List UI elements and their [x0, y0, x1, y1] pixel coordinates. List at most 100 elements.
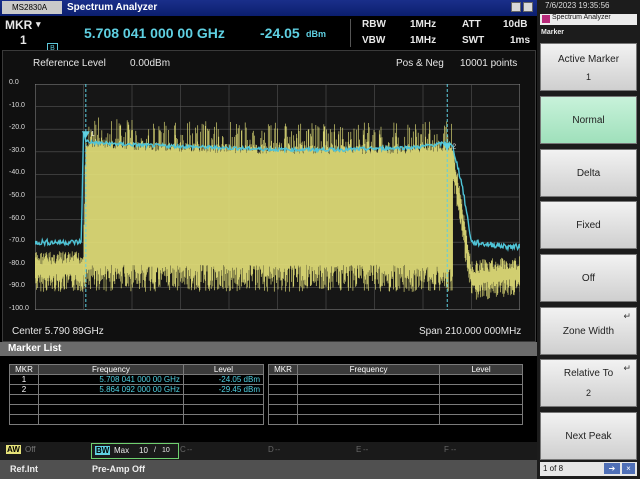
date-time: 7/6/2023 19:35:56: [545, 1, 610, 10]
trace-b-box[interactable]: BW Max 10 / 10: [91, 443, 179, 459]
spectrum-plot[interactable]: 12: [35, 84, 520, 310]
trace-e-state: --: [363, 445, 369, 454]
y-tick-label: -60.0: [9, 214, 25, 222]
menu-title: Marker: [541, 29, 564, 36]
dropdown-arrow-icon[interactable]: ▾: [36, 19, 41, 30]
key-label: Normal: [572, 115, 605, 126]
trace-status-bar: AW Off BW Max 10 / 10 C -- D -- E -- F -…: [0, 442, 537, 460]
level-cell: -24.05 dBm: [182, 374, 265, 385]
column-header: MKR: [268, 364, 298, 375]
column-header: Level: [182, 364, 265, 375]
key-value: 2: [585, 388, 591, 398]
marker-list-table-right: MKR Frequency Level: [268, 364, 523, 425]
reference-level-label: Reference Level: [33, 58, 106, 69]
app-label: Spectrum Analyzer: [552, 14, 611, 21]
page-number: 1 of 8: [543, 464, 564, 473]
delta-key[interactable]: Delta: [540, 149, 637, 197]
app-title: Spectrum Analyzer: [67, 2, 158, 13]
y-tick-label: -100.0: [9, 305, 29, 312]
off-key[interactable]: Off: [540, 254, 637, 302]
active-marker-key[interactable]: Active Marker 1: [540, 43, 637, 91]
marker-list-title: Marker List: [0, 342, 537, 356]
table-row: [9, 414, 265, 425]
table-row: [268, 414, 523, 425]
trace-c-label[interactable]: C: [180, 445, 186, 454]
center-frequency: Center 5.790 89GHz: [12, 326, 104, 337]
trace-a-state: Off: [25, 445, 36, 454]
key-label: Fixed: [576, 220, 601, 231]
y-tick-label: -50.0: [9, 192, 25, 199]
mkr-label: MKR: [5, 18, 33, 32]
key-label: Zone Width: [562, 326, 615, 337]
spectrum-app-icon: [542, 15, 550, 23]
marker-list-table-left: MKR Frequency Level 1 5.708 041 000 00 G…: [9, 364, 265, 425]
key-label: Next Peak: [565, 431, 612, 442]
trace-b-total: 10: [162, 447, 170, 454]
key-label: Off: [581, 273, 596, 284]
rbw-label: RBW: [362, 19, 386, 30]
table-row: [9, 404, 265, 415]
vbw-label: VBW: [362, 35, 386, 46]
trace-points: 10001 points: [460, 58, 518, 69]
detector-mode: Pos & Neg: [396, 58, 444, 69]
mkr-cell: 2: [9, 384, 39, 395]
fixed-key[interactable]: Fixed: [540, 201, 637, 249]
vbw-value: 1MHz: [410, 35, 437, 46]
y-tick-label: -30.0: [9, 146, 25, 154]
trace-d-label[interactable]: D: [268, 445, 274, 454]
trace-c-state: --: [187, 445, 193, 454]
table-row[interactable]: 1 5.708 041 000 00 GHz -24.05 dBm: [9, 374, 265, 385]
y-tick-label: -40.0: [9, 169, 25, 177]
reference-level-value: 0.00dBm: [130, 58, 171, 69]
normal-key[interactable]: Normal: [540, 96, 637, 144]
model-label: MS2830A: [2, 1, 62, 14]
trace-e-label[interactable]: E: [356, 445, 361, 454]
frequency-cell: 5.708 041 000 00 GHz: [38, 374, 184, 385]
app-indicator[interactable]: Spectrum Analyzer: [540, 14, 637, 25]
column-header: Frequency: [38, 364, 184, 375]
rbw-value: 1MHz: [410, 19, 437, 30]
title-bar: MS2830A Spectrum Analyzer: [0, 0, 537, 16]
trace-b-count: 10: [139, 446, 148, 455]
page-indicator: 1 of 8 ➔ ×: [540, 462, 637, 476]
trace-b-mode: Max: [114, 446, 130, 455]
trace-b-separator: /: [154, 447, 156, 454]
table-row: [268, 404, 523, 415]
table-row: [268, 374, 523, 385]
spectrum-graph-panel: Reference Level 0.00dBm Pos & Neg 10001 …: [2, 50, 536, 342]
table-row[interactable]: 2 5.864 092 000 00 GHz -29.45 dBm: [9, 384, 265, 395]
relative-to-key[interactable]: ↵ Relative To 2: [540, 359, 637, 407]
att-value: 10dB: [503, 19, 528, 30]
y-tick-label: -80.0: [9, 259, 25, 267]
marker-2-label: 2: [452, 144, 456, 151]
column-header: Frequency: [296, 364, 441, 375]
key-label: Relative To: [563, 368, 614, 379]
reference-source: Ref.Int: [10, 464, 38, 474]
att-label: ATT: [462, 19, 481, 30]
measurement-header: MKR ▾ 1 B 5.708 041 000 00 GHz -24.05 dB…: [0, 16, 537, 54]
key-value: 1: [585, 72, 591, 82]
header-divider: [350, 19, 351, 47]
marker-frequency: 5.708 041 000 00 GHz: [84, 25, 225, 41]
key-label: Active Marker: [557, 54, 620, 65]
zone-width-key[interactable]: ↵ Zone Width: [540, 307, 637, 355]
frequency-span: Span 210.000 000MHz: [419, 326, 522, 337]
close-icon[interactable]: ×: [622, 463, 635, 474]
trace-a-badge[interactable]: AW: [6, 445, 21, 454]
marker-level: -24.05: [260, 25, 300, 41]
next-page-arrow-icon[interactable]: ➔: [604, 463, 620, 474]
y-tick-label: -70.0: [9, 237, 25, 245]
minimize-button[interactable]: [511, 2, 521, 12]
active-marker-number: 1: [20, 33, 27, 47]
next-peak-key[interactable]: Next Peak: [540, 412, 637, 460]
table-row: [268, 394, 523, 405]
y-tick-label: -20.0: [9, 124, 25, 132]
key-label: Delta: [576, 168, 601, 179]
frequency-cell: 5.864 092 000 00 GHz: [38, 384, 184, 395]
marker-1-label: 1: [91, 131, 95, 138]
trace-f-label[interactable]: F: [444, 445, 449, 454]
trace-b-badge-label: BW: [95, 446, 111, 455]
softkey-panel: 7/6/2023 19:35:56 Spectrum Analyzer Mark…: [537, 0, 640, 479]
maximize-button[interactable]: [523, 2, 533, 12]
status-bar: Ref.Int Pre-Amp Off: [0, 460, 537, 479]
